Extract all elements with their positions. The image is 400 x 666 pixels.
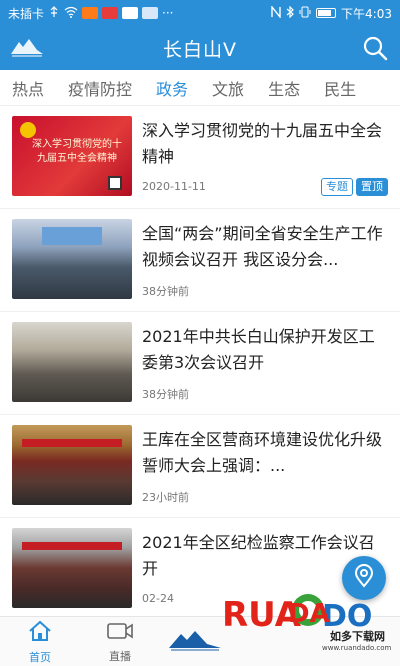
news-thumbnail [12,528,132,608]
video-screen-graphic [42,227,102,245]
status-right: 下午4:03 [271,4,392,22]
news-time: 23小时前 [142,491,189,504]
app-icon-4 [142,7,159,19]
tab-livelihood[interactable]: 民生 [312,76,368,100]
mountain-logo-icon[interactable] [10,36,44,58]
status-left: 未插卡 ··· [8,5,173,22]
mountain-logo-icon [167,628,223,656]
vibrate-icon [299,6,311,21]
app-icon-2 [102,7,119,19]
news-title: 深入学习贯彻党的十九届五中全会精神 [142,121,383,166]
tab-hot[interactable]: 热点 [0,76,56,100]
nav-live-label: 直播 [109,649,131,663]
app-icon-3 [122,7,139,19]
news-title: 2021年中共长白山保护开发区工委第3次会议召开 [142,327,375,372]
pinned-badge: 置顶 [356,178,388,196]
location-pin-icon [353,564,375,592]
news-item[interactable]: 全国“两会”期间全省安全生产工作视频会议召开 我区设分会... 38分钟前 [0,209,400,312]
search-icon[interactable] [362,35,388,61]
usb-icon [48,5,60,21]
tab-epidemic[interactable]: 疫情防控 [56,76,144,100]
clock-text: 下午4:03 [341,6,392,21]
news-thumbnail [12,425,132,505]
news-thumbnail [12,322,132,402]
app-icon-1 [82,7,99,19]
app-header: 长白山V [0,26,400,70]
news-item[interactable]: 王库在全区营商环境建设优化升级誓师大会上强调：... 23小时前 [0,415,400,518]
nav-brand[interactable] [160,617,230,666]
carrier-text: 未插卡 [8,6,45,21]
news-list: 深入学习贯彻党的十九届五中全会精神 深入学习贯彻党的十九届五中全会精神 2020… [0,106,400,621]
party-emblem-icon [20,122,36,138]
thumbnail-caption: 深入学习贯彻党的十九届五中全会精神 [32,139,122,164]
stage-banner-graphic [22,439,122,447]
topic-badge: 专题 [321,178,353,196]
nav-live[interactable]: 直播 [85,617,155,666]
news-title: 全国“两会”期间全省安全生产工作视频会议召开 我区设分会... [142,224,383,269]
tab-culture-tourism[interactable]: 文旅 [200,76,256,100]
wifi-icon [64,6,78,21]
battery-icon [316,8,337,18]
nav-home[interactable]: 首页 [5,617,75,666]
qr-code-icon [108,176,122,190]
nav-home-label: 首页 [29,650,51,664]
news-time: 2020-11-11 [142,180,206,193]
category-tabs: 热点 疫情防控 政务 文旅 生态 民生 [0,70,400,106]
location-button[interactable] [342,556,386,600]
more-dots-icon: ··· [162,6,174,20]
nfc-icon [271,4,281,21]
bottom-nav: 首页 直播 [0,616,400,666]
news-title: 王库在全区营商环境建设优化升级誓师大会上强调：... [142,430,383,475]
home-icon [28,620,52,646]
news-time: 38分钟前 [142,285,189,298]
bluetooth-icon [286,5,294,21]
news-item[interactable]: 2021年全区纪检监察工作会议召开 02-24 [0,518,400,621]
tab-government[interactable]: 政务 [144,76,200,100]
status-bar: 未插卡 ··· 下午4:03 [0,0,400,26]
news-time: 02-24 [142,592,174,605]
tab-ecology[interactable]: 生态 [256,76,312,100]
news-time: 38分钟前 [142,388,189,401]
video-camera-icon [106,621,134,645]
news-item[interactable]: 2021年中共长白山保护开发区工委第3次会议召开 38分钟前 [0,312,400,415]
app-title: 长白山V [163,38,237,61]
news-thumbnail: 深入学习贯彻党的十九届五中全会精神 [12,116,132,196]
news-item[interactable]: 深入学习贯彻党的十九届五中全会精神 深入学习贯彻党的十九届五中全会精神 2020… [0,106,400,209]
stage-banner-graphic [22,542,122,550]
news-thumbnail [12,219,132,299]
